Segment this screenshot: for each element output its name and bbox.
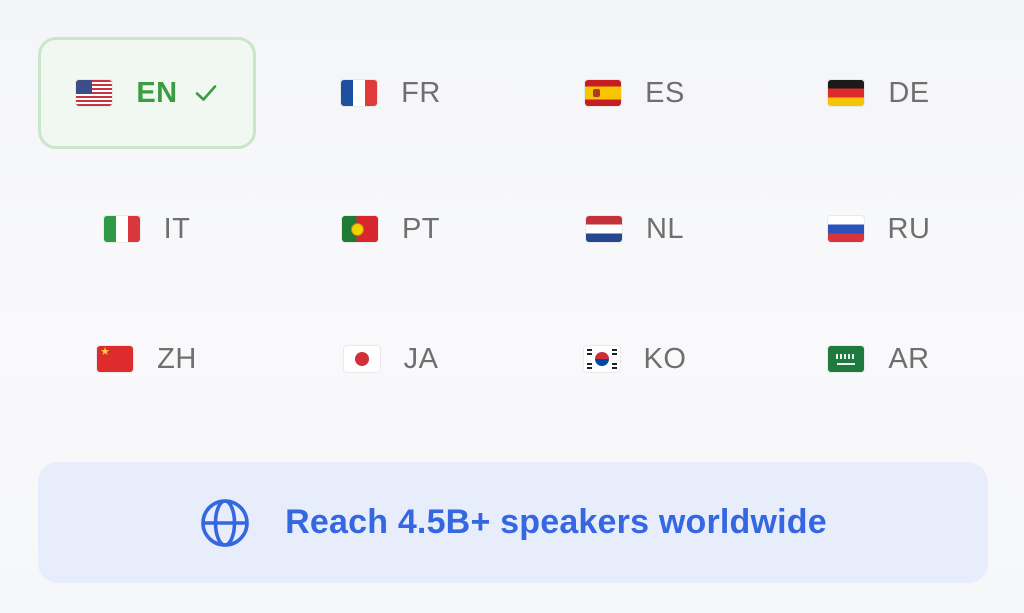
language-code: AR [888,342,930,375]
language-option-it[interactable]: IT [38,173,256,285]
language-code: DE [888,76,930,109]
language-code: RU [887,212,931,245]
language-grid: EN FR ES DE IT PT NL RU ZH JA [38,37,988,427]
language-option-zh[interactable]: ZH [38,303,256,415]
jp-flag-icon [343,346,380,372]
cn-flag-icon [97,346,134,372]
language-code: ZH [157,342,197,375]
language-code: IT [163,212,191,245]
sa-flag-icon [828,346,865,372]
banner-text: Reach 4.5B+ speakers worldwide [285,503,827,541]
language-code: NL [645,212,685,245]
it-flag-icon [103,216,140,242]
language-code: EN [136,76,178,109]
language-option-pt[interactable]: PT [282,173,500,285]
language-code: ES [645,76,685,109]
es-flag-icon [585,80,622,106]
language-code: FR [401,76,441,109]
check-icon [195,85,216,101]
language-option-nl[interactable]: NL [526,173,744,285]
nl-flag-icon [585,216,622,242]
kr-flag-icon [583,346,620,372]
language-option-ar[interactable]: AR [770,303,988,415]
language-option-ko[interactable]: KO [526,303,744,415]
reach-banner: Reach 4.5B+ speakers worldwide [38,462,988,583]
language-option-es[interactable]: ES [526,37,744,149]
pt-flag-icon [341,216,378,242]
language-option-ru[interactable]: RU [770,173,988,285]
de-flag-icon [828,80,865,106]
language-option-de[interactable]: DE [770,37,988,149]
globe-icon [201,498,249,547]
language-option-ja[interactable]: JA [282,303,500,415]
ru-flag-icon [827,216,864,242]
language-option-fr[interactable]: FR [282,37,500,149]
language-option-en[interactable]: EN [38,37,256,149]
language-code: PT [401,212,441,245]
fr-flag-icon [341,80,378,106]
us-flag-icon [76,80,113,106]
language-code: JA [403,342,439,375]
language-code: KO [643,342,687,375]
